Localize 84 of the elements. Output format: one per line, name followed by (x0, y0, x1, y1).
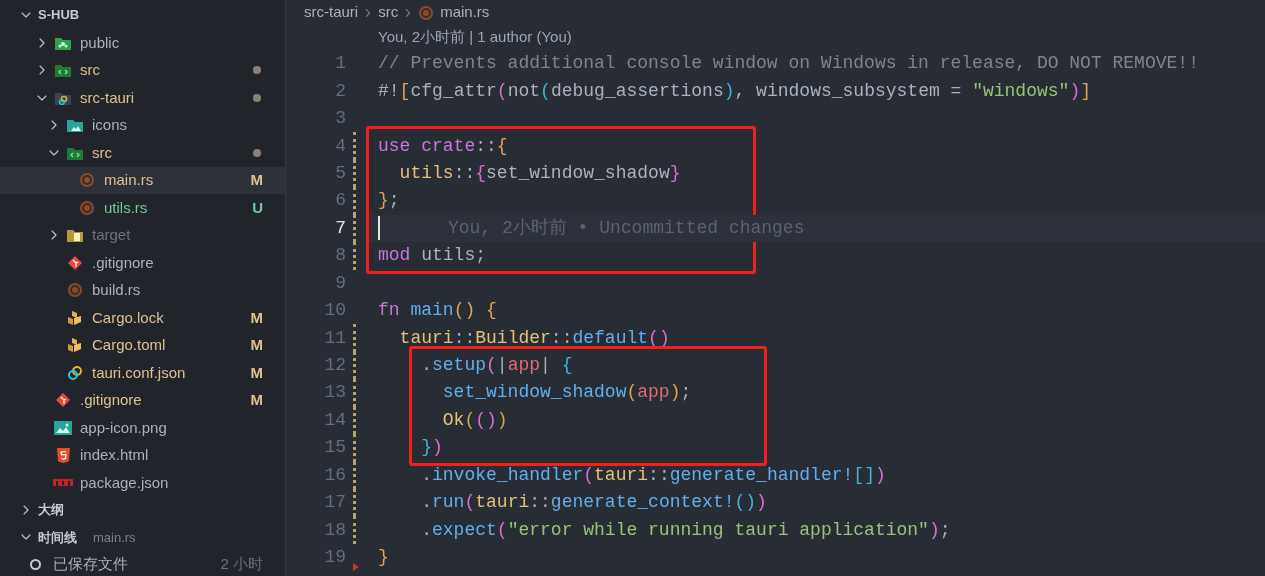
gear-icon (67, 282, 83, 299)
file-tree-item[interactable]: src-tauri (0, 84, 285, 112)
line-number: 18 (323, 518, 346, 542)
gear-icon (418, 4, 435, 21)
git-status-label: M (250, 170, 263, 190)
code-line: set_window_shadow(app); (441, 381, 693, 405)
file-tree-item[interactable]: Cargo.toml M (0, 331, 285, 359)
rings-icon (67, 364, 83, 381)
code-line: .setup(|app| { (420, 354, 574, 378)
code-line: .expect("error while running tauri application"); (420, 518, 952, 542)
section-header[interactable]: 大纲 (0, 496, 285, 524)
file-tree-item[interactable]: build.rs (0, 276, 285, 304)
file-tree-item[interactable]: tauri.conf.json M (0, 359, 285, 387)
code-line: }) (420, 436, 444, 460)
folder-icon (54, 62, 72, 79)
shield-icon (55, 446, 71, 464)
file-tree-item[interactable]: main.rs M (0, 166, 285, 194)
git-status-label: M (250, 390, 263, 410)
line-number: 12 (323, 354, 346, 378)
git-status-label: M (250, 335, 263, 355)
line-number: 4 (334, 134, 346, 158)
code-line: .run(tauri::generate_context!()) (420, 491, 768, 515)
line-number: 10 (323, 299, 346, 323)
file-tree-item[interactable]: utils.rs U (0, 194, 285, 222)
code-lens[interactable]: You, 2小时前 | 1 author (You) (378, 26, 572, 49)
code-line: }; (377, 189, 401, 213)
folder-icon (66, 227, 84, 244)
code-line: #![cfg_attr(not(debug_assertions), windows_subsystem = "windows")] (377, 79, 1092, 103)
git-status-label: M (250, 307, 263, 328)
file-tree-item[interactable]: .gitignore (0, 249, 285, 277)
file-tree-item[interactable]: src (0, 139, 285, 167)
diamond-icon (55, 392, 71, 409)
line-number: 11 (323, 326, 346, 350)
folder-icon (66, 117, 84, 134)
section-file: main.rs (93, 528, 136, 547)
diamond-icon (67, 254, 83, 271)
gear-icon (79, 172, 95, 189)
line-number: 16 (323, 463, 346, 487)
line-number: 7 (334, 216, 346, 240)
line-number: 6 (334, 189, 346, 213)
file-tree-item[interactable]: index.html (0, 441, 285, 469)
line-number: 9 (334, 271, 346, 295)
line-number: 5 (334, 161, 346, 185)
breadcrumb-item[interactable]: src (378, 1, 399, 24)
code-line: } (377, 546, 390, 570)
boxes-icon (67, 337, 83, 354)
package-icon (53, 478, 73, 487)
section-title: 大纲 (38, 501, 64, 520)
boxes-icon (67, 309, 83, 326)
file-tree-item[interactable]: app-icon.png (0, 414, 285, 442)
section-header[interactable]: S-HUB (0, 0, 285, 29)
file-tree-item[interactable]: src (0, 56, 285, 84)
code-line: // Prevents additional console window on Windows in release, DO NOT REMOVE!! (377, 52, 1200, 76)
git-status-label: M (250, 362, 263, 383)
breadcrumb-item[interactable]: src-tauri (304, 1, 359, 24)
line-number: 3 (334, 107, 346, 131)
line-number: 8 (334, 244, 346, 268)
line-number: 19 (323, 546, 346, 570)
line-number: 2 (334, 79, 346, 103)
file-tree-item[interactable]: public (0, 29, 285, 57)
file-tree-item[interactable]: icons (0, 111, 285, 139)
file-tree-item[interactable]: .gitignore M (0, 386, 285, 414)
code-line: utils::{set_window_shadow} (398, 161, 682, 185)
gear-icon (79, 199, 95, 216)
code-line: fn main() { (377, 299, 498, 323)
line-number: 17 (323, 491, 346, 515)
code-line: use crate::{ (377, 134, 509, 158)
section-title: S-HUB (38, 5, 80, 24)
section-header[interactable]: 时间线 main.rs (0, 523, 285, 552)
line-number: 14 (323, 408, 346, 432)
timeline-entry[interactable]: 已保存文件 2 小时 (0, 551, 285, 576)
code-line: Ok(()) (441, 408, 509, 432)
timeline-time: 2 小时 (220, 554, 263, 575)
code-line: .invoke_handler(tauri::generate_handler![]) (420, 463, 887, 487)
git-status-label: U (252, 197, 263, 218)
image-icon (54, 420, 72, 435)
line-number: 15 (323, 436, 346, 460)
file-tree-item[interactable]: package.json (0, 469, 285, 497)
line-number: 1 (334, 52, 346, 76)
section-title: 时间线 (38, 528, 77, 547)
line-number: 13 (323, 381, 346, 405)
code-line: mod utils; (377, 244, 488, 268)
breadcrumb-item[interactable]: main.rs (418, 1, 490, 24)
file-tree-item[interactable]: Cargo.lock M (0, 304, 285, 332)
